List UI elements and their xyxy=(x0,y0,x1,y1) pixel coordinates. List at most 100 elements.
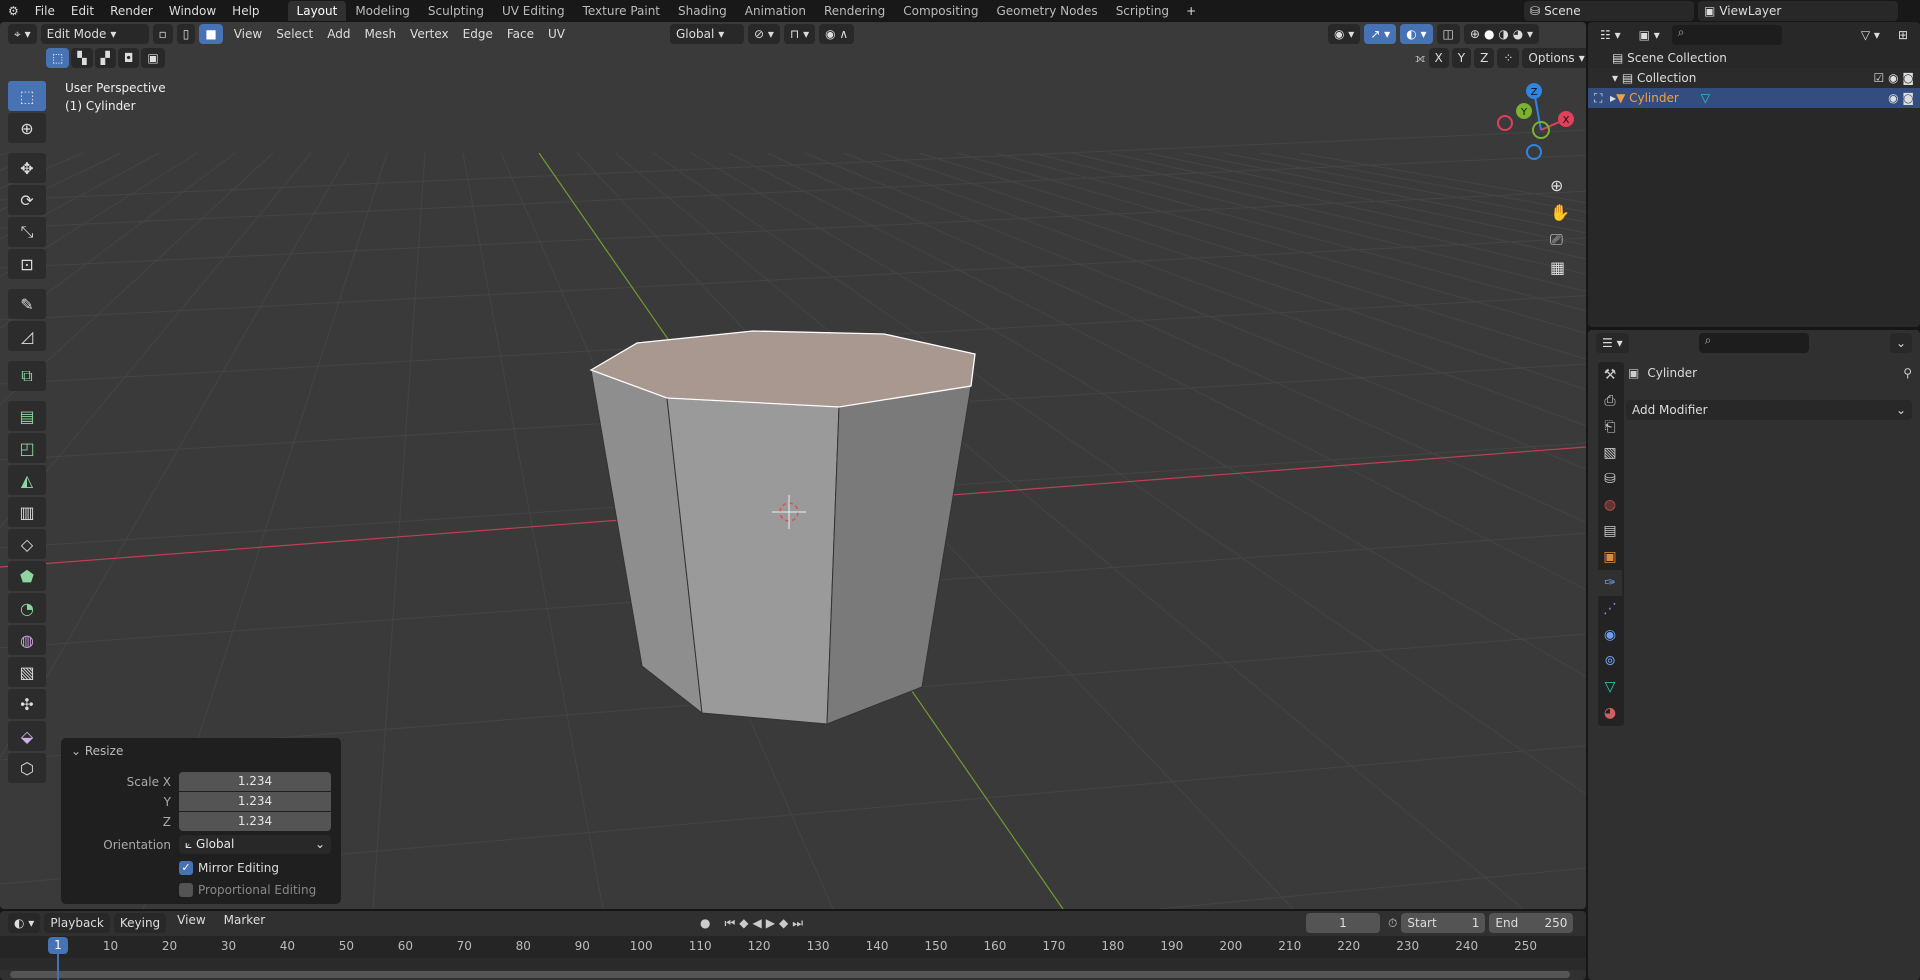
render-tab-icon[interactable]: ⎙ xyxy=(1598,388,1622,414)
pin-icon[interactable]: ⚲ xyxy=(1903,366,1912,380)
shear-tool-icon[interactable]: ⬙ xyxy=(8,721,46,751)
workspace-tab[interactable]: Compositing xyxy=(894,1,987,21)
shrink-fatten-tool-icon[interactable]: ✣ xyxy=(8,689,46,719)
menu-help[interactable]: Help xyxy=(224,4,267,18)
pivot-icon[interactable]: ⊘ ▾ xyxy=(748,24,780,44)
proportional-editing-checkbox[interactable] xyxy=(179,882,193,897)
stopwatch-icon[interactable]: ⏱ xyxy=(1388,916,1397,931)
filter-icon[interactable]: ▽ ▾ xyxy=(1854,25,1886,45)
menu-window[interactable]: Window xyxy=(161,4,224,18)
smooth-tool-icon[interactable]: ◍ xyxy=(8,625,46,655)
orientation-dropdown[interactable]: ⟀ Global ⌄ xyxy=(179,835,331,854)
spin-tool-icon[interactable]: ◔ xyxy=(8,593,46,623)
properties-search[interactable]: ⌕ xyxy=(1698,333,1809,353)
timeline-scrollbar[interactable] xyxy=(10,971,1570,978)
data-tab-icon[interactable]: ▽ xyxy=(1598,674,1622,700)
expand-arrow-icon[interactable]: ▾ ▤ xyxy=(1612,71,1637,85)
frame-ruler[interactable]: 10 20 30 40 50 60 70 80 90 100 110 120 130 140 150 160 1… xyxy=(0,936,1586,958)
workspace-tab[interactable]: Layout xyxy=(287,0,347,21)
add-cube-tool-icon[interactable]: ⧉ xyxy=(8,361,46,391)
ortho-toggle-icon[interactable]: ▦ xyxy=(1550,258,1570,277)
viewport-menu-item[interactable]: UV xyxy=(541,27,572,41)
outliner-cylinder[interactable]: ⛶ ▸ ▼ Cylinder ▽ ◉ ◙ xyxy=(1588,88,1920,108)
material-tab-icon[interactable]: ◕ xyxy=(1598,700,1622,726)
select-invert-icon[interactable]: ◘ xyxy=(117,48,140,68)
edit-mode-icon[interactable]: ⛶ ▸ xyxy=(1594,91,1616,106)
mirror-x-toggle[interactable]: X xyxy=(1428,48,1449,68)
scale-tool-icon[interactable]: ⤡ xyxy=(8,217,46,247)
outliner-collection[interactable]: ▾ ▤ Collection ☑ ◉ ◙ xyxy=(1588,68,1920,88)
menu-file[interactable]: File xyxy=(27,4,63,18)
collection-toggles[interactable]: ☑ ◉ ◙ xyxy=(1874,71,1920,85)
poly-build-tool-icon[interactable]: ⬟ xyxy=(8,561,46,591)
display-mode-icon[interactable]: ▣ ▾ xyxy=(1632,25,1666,45)
mirror-y-toggle[interactable]: Y xyxy=(1451,48,1472,68)
add-workspace-button[interactable]: + xyxy=(1178,4,1204,18)
knife-tool-icon[interactable]: ◇ xyxy=(8,529,46,559)
start-frame-field[interactable]: Start 1 xyxy=(1401,913,1486,933)
scene-selector[interactable]: ⛁ Scene xyxy=(1524,1,1694,21)
options-dropdown[interactable]: Options ▾ xyxy=(1522,48,1586,68)
measure-tool-icon[interactable]: ◿ xyxy=(8,321,46,351)
orientation-selector[interactable]: Global ▾ xyxy=(670,24,744,44)
output-tab-icon[interactable]: ⎗ xyxy=(1598,414,1622,440)
viewport-menu-item[interactable]: View xyxy=(227,27,269,41)
workspace-tab[interactable]: Animation xyxy=(736,1,815,21)
workspace-tab[interactable]: Sculpting xyxy=(419,1,493,21)
workspace-tab[interactable]: Geometry Nodes xyxy=(987,1,1106,21)
mode-selector[interactable]: Edit Mode ▾ xyxy=(40,24,149,44)
record-icon[interactable]: ● xyxy=(700,916,710,930)
loop-cut-tool-icon[interactable]: ▥ xyxy=(8,497,46,527)
inset-tool-icon[interactable]: ◰ xyxy=(8,433,46,463)
move-tool-icon[interactable]: ✥ xyxy=(8,153,46,183)
workspace-tab[interactable]: Rendering xyxy=(815,1,894,21)
blender-logo-icon[interactable]: ⚙ xyxy=(0,4,27,18)
timeline-track[interactable] xyxy=(0,958,1586,970)
playback-controls[interactable]: ⏮◆◀▶◆⏭ xyxy=(724,916,807,931)
viewport-menu-item[interactable]: Edge xyxy=(456,27,500,41)
new-collection-icon[interactable]: ⊞ xyxy=(1891,25,1914,45)
select-intersect-icon[interactable]: ▣ xyxy=(141,48,165,68)
camera-view-icon[interactable]: ⎚ xyxy=(1550,230,1570,250)
viewport-menu-item[interactable]: Vertex xyxy=(403,27,456,41)
workspace-tab[interactable]: Scripting xyxy=(1107,1,1178,21)
viewport-menu-item[interactable]: Mesh xyxy=(357,27,403,41)
viewport-menu-item[interactable]: Select xyxy=(269,27,320,41)
edge-select-button[interactable]: ▯ xyxy=(176,24,196,44)
workspace-tab[interactable]: Shading xyxy=(669,1,736,21)
collection-tab-icon[interactable]: ▤ xyxy=(1598,518,1622,544)
constraints-tab-icon[interactable]: ⊚ xyxy=(1598,648,1622,674)
mesh-data-icon[interactable]: ▽ xyxy=(1701,91,1710,105)
zoom-icon[interactable]: ⊕ xyxy=(1550,176,1570,195)
modifier-tab-icon[interactable]: ✑ xyxy=(1598,570,1622,596)
snap-icon[interactable]: ⊓ ▾ xyxy=(783,24,816,44)
viewport-menu-item[interactable]: Face xyxy=(500,27,541,41)
menu-render[interactable]: Render xyxy=(102,4,161,18)
mirror-editing-checkbox[interactable]: ✓ xyxy=(179,860,193,875)
outliner-scene-collection[interactable]: ▤ Scene Collection xyxy=(1588,48,1920,68)
properties-options-icon[interactable]: ⌄ xyxy=(1889,333,1912,353)
bevel-tool-icon[interactable]: ◭ xyxy=(8,465,46,495)
tool-tab-icon[interactable]: ⚒ xyxy=(1598,362,1622,388)
workspace-tab[interactable]: Texture Paint xyxy=(574,1,669,21)
vertex-select-button[interactable]: ▫ xyxy=(152,24,173,44)
rip-tool-icon[interactable]: ⬡ xyxy=(8,753,46,783)
rotate-tool-icon[interactable]: ⟳ xyxy=(8,185,46,215)
add-modifier-dropdown[interactable]: Add Modifier ⌄ xyxy=(1626,400,1912,420)
edge-slide-tool-icon[interactable]: ▧ xyxy=(8,657,46,687)
pan-hand-icon[interactable]: ✋ xyxy=(1550,203,1570,222)
select-extend-icon[interactable]: ▚ xyxy=(71,48,93,68)
scale-x-field[interactable]: 1.234 xyxy=(179,772,331,791)
scale-y-field[interactable]: 1.234 xyxy=(179,792,331,811)
shading-modes[interactable]: ⊕ ● ◑ ◕ ▾ xyxy=(1463,24,1540,44)
select-new-icon[interactable]: ⬚ xyxy=(46,48,70,68)
select-subtract-icon[interactable]: ▞ xyxy=(94,48,116,68)
world-tab-icon[interactable]: ◍ xyxy=(1598,492,1622,518)
auto-merge-icon[interactable]: ⁘ xyxy=(1497,48,1520,68)
select-box-tool-icon[interactable]: ⬚ xyxy=(8,81,46,111)
xray-icon[interactable]: ◫ xyxy=(1436,24,1460,44)
workspace-tab[interactable]: Modeling xyxy=(346,1,419,21)
gizmo-toggle-icon[interactable]: ↗ ▾ xyxy=(1364,24,1397,44)
annotate-tool-icon[interactable]: ✎ xyxy=(8,289,46,319)
editor-type-button[interactable]: ⌖ ▾ xyxy=(8,24,37,44)
